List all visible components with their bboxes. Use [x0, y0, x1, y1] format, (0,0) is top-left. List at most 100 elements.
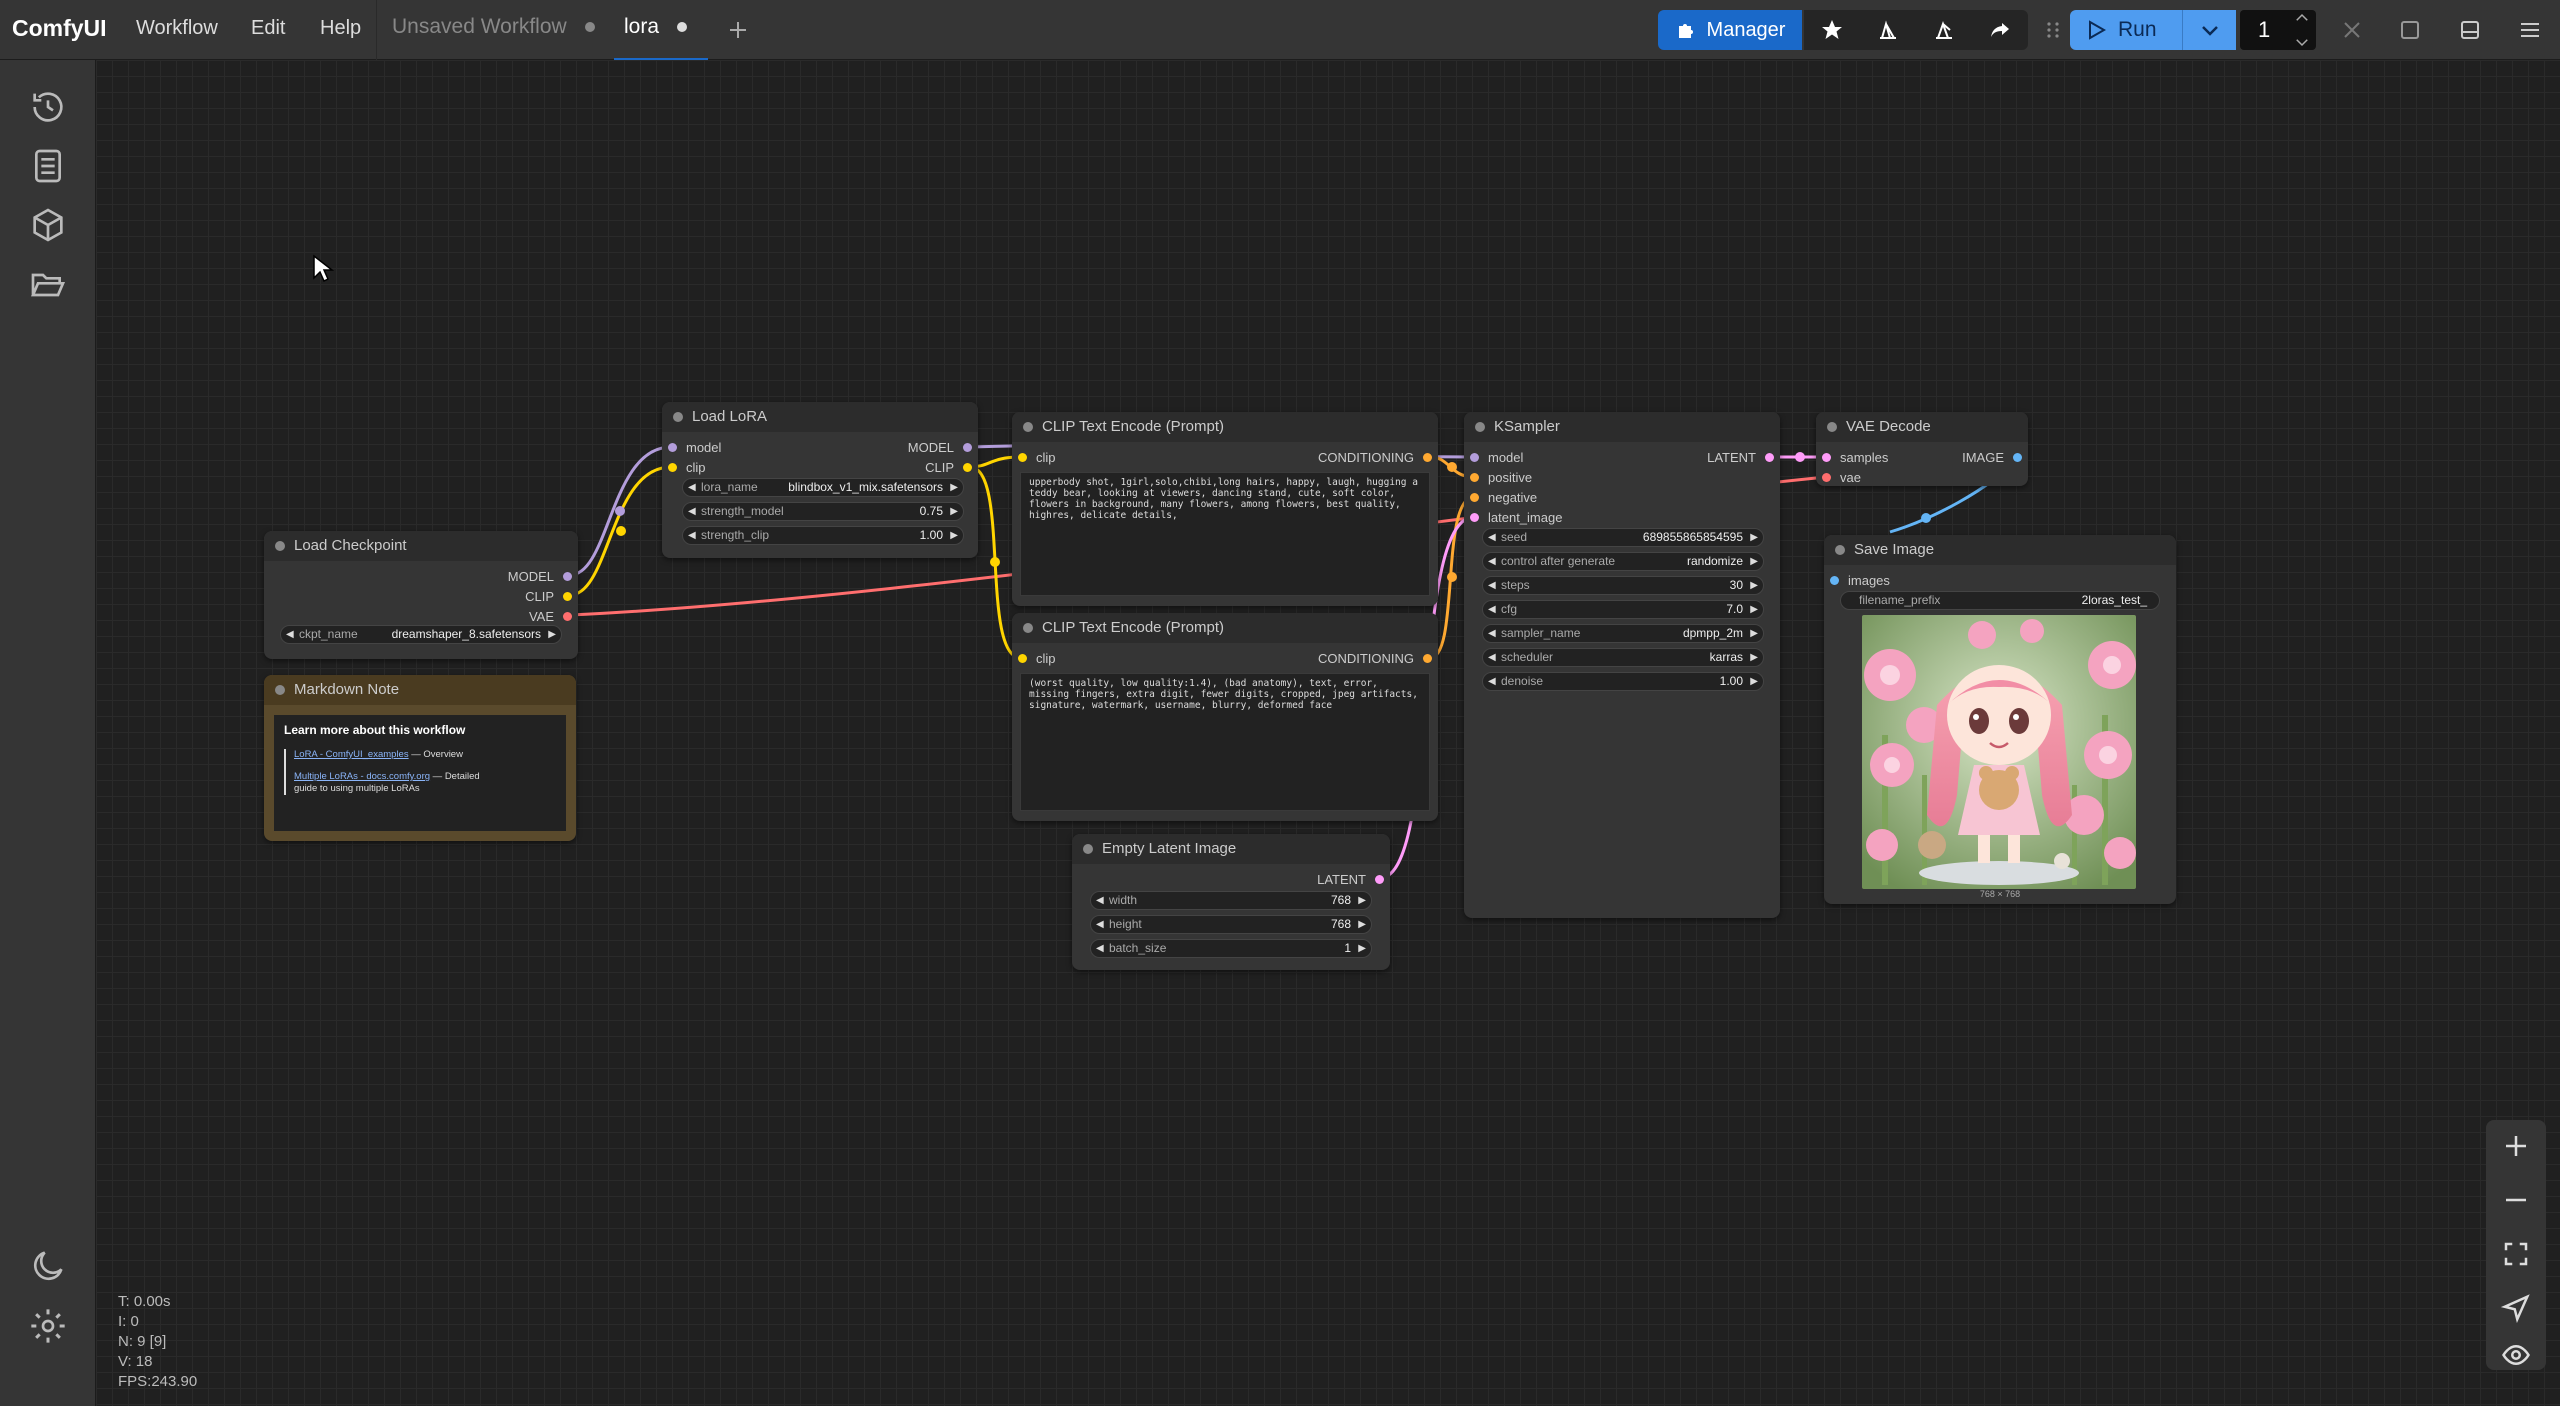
queue-history-button[interactable] — [26, 85, 70, 129]
plus-icon — [730, 22, 746, 38]
node-clip-text-encode-negative[interactable]: CLIP Text Encode (Prompt) clip CONDITION… — [1012, 613, 1438, 821]
widget-width[interactable]: ◀ width 768 ▶ — [1090, 891, 1372, 910]
widget-cfg[interactable]: ◀ cfg 7.0 ▶ — [1482, 600, 1764, 619]
widget-filename-prefix[interactable]: filename_prefix 2loras_test_ — [1840, 591, 2160, 610]
focus-mode-button[interactable] — [2390, 10, 2430, 50]
note-link-examples[interactable]: LoRA - ComfyUI_examples — [294, 749, 409, 760]
node-title[interactable]: KSampler — [1464, 412, 1780, 442]
widget-batch-size[interactable]: ◀ batch_size 1 ▶ — [1090, 939, 1372, 958]
widget-ckpt-name[interactable]: ◀ ckpt_name dreamshaper_8.safetensors ▶ — [280, 625, 562, 644]
main-menu-button[interactable] — [2510, 10, 2550, 50]
widget-scheduler[interactable]: ◀ scheduler karras ▶ — [1482, 648, 1764, 667]
widget-height[interactable]: ◀ height 768 ▶ — [1090, 915, 1372, 934]
input-model[interactable]: model — [1470, 450, 1523, 465]
run-options-dropdown[interactable] — [2182, 10, 2236, 50]
input-vae[interactable]: vae — [1822, 470, 1861, 485]
mouse-cursor-icon — [313, 254, 334, 283]
input-positive[interactable]: positive — [1470, 470, 1532, 485]
node-library-button[interactable] — [1860, 10, 1916, 50]
favorites-button[interactable] — [1804, 10, 1860, 50]
workflows-sidebar-button[interactable] — [26, 263, 70, 307]
input-negative[interactable]: negative — [1470, 490, 1537, 505]
toggle-links-button[interactable] — [2498, 1342, 2534, 1368]
widget-lora-name[interactable]: ◀ lora_name blindbox_v1_mix.safetensors ▶ — [682, 478, 964, 497]
node-title[interactable]: VAE Decode — [1816, 412, 2028, 442]
input-clip[interactable]: clip — [1018, 651, 1056, 666]
fit-view-button[interactable] — [2498, 1236, 2534, 1272]
input-latent-image[interactable]: latent_image — [1470, 510, 1562, 525]
input-samples[interactable]: samples — [1822, 450, 1888, 465]
select-mode-button[interactable] — [2498, 1290, 2534, 1326]
node-title[interactable]: Save Image — [1824, 535, 2176, 565]
tab-unsaved-workflow[interactable]: Unsaved Workflow — [376, 0, 614, 60]
widget-seed[interactable]: ◀ seed 689855865854595 ▶ — [1482, 528, 1764, 547]
prompt-textarea[interactable]: upperbody shot, 1girl,solo,chibi,long ha… — [1020, 472, 1430, 596]
image-size-label: 768 × 768 — [1979, 889, 2021, 899]
node-vae-decode[interactable]: VAE Decode samples vae IMAGE — [1816, 412, 2028, 486]
menu-edit[interactable]: Edit — [251, 17, 285, 40]
output-vae[interactable]: VAE — [529, 609, 572, 624]
input-images[interactable]: images — [1830, 573, 1890, 588]
zoom-out-button[interactable] — [2498, 1182, 2534, 1218]
output-conditioning[interactable]: CONDITIONING — [1318, 450, 1432, 465]
widget-label: width — [1109, 893, 1138, 907]
queue-increment-button[interactable] — [2288, 6, 2316, 30]
theme-toggle-button[interactable] — [26, 1244, 70, 1288]
node-save-image[interactable]: Save Image images filename_prefix 2loras… — [1824, 535, 2176, 904]
drag-dots-icon — [2047, 22, 2059, 38]
slot-label: CLIP — [925, 460, 954, 475]
manager-button[interactable]: Manager — [1658, 10, 1802, 50]
model-library-sidebar-button[interactable] — [26, 203, 70, 247]
slot-label: positive — [1488, 470, 1533, 485]
output-image-preview[interactable] — [1862, 615, 2136, 889]
node-title[interactable]: CLIP Text Encode (Prompt) — [1012, 613, 1438, 643]
drag-handle[interactable] — [2040, 10, 2066, 50]
model-library-button[interactable] — [1916, 10, 1972, 50]
arrow-left-icon[interactable]: ◀ — [286, 626, 294, 643]
output-image[interactable]: IMAGE — [1962, 450, 2022, 465]
node-title[interactable]: Markdown Note — [264, 675, 576, 705]
unsaved-dot-icon — [584, 22, 595, 33]
node-library-sidebar-button[interactable] — [26, 144, 70, 188]
zoom-in-button[interactable] — [2498, 1128, 2534, 1164]
node-title[interactable]: CLIP Text Encode (Prompt) — [1012, 412, 1438, 442]
node-markdown-note[interactable]: Markdown Note Learn more about this work… — [264, 675, 576, 841]
toggle-panel-button[interactable] — [2450, 10, 2490, 50]
node-load-checkpoint[interactable]: Load Checkpoint MODEL CLIP VAE ◀ ckpt_na… — [264, 531, 578, 659]
input-clip[interactable]: clip — [1018, 450, 1056, 465]
cancel-run-button[interactable] — [2332, 10, 2372, 50]
widget-sampler-name[interactable]: ◀ sampler_name dpmpp_2m ▶ — [1482, 624, 1764, 643]
input-model[interactable]: model — [668, 440, 721, 455]
widget-denoise[interactable]: ◀ denoise 1.00 ▶ — [1482, 672, 1764, 691]
menu-workflow[interactable]: Workflow — [136, 17, 218, 40]
node-ksampler[interactable]: KSampler model positive negative latent_… — [1464, 412, 1780, 918]
queue-decrement-button[interactable] — [2288, 30, 2316, 54]
widget-strength-model[interactable]: ◀ strength_model 0.75 ▶ — [682, 502, 964, 521]
node-clip-text-encode-positive[interactable]: CLIP Text Encode (Prompt) clip CONDITION… — [1012, 412, 1438, 606]
settings-button[interactable] — [26, 1304, 70, 1348]
share-button[interactable] — [1972, 10, 2028, 50]
stat-v: V: 18 — [118, 1353, 153, 1370]
widget-steps[interactable]: ◀ steps 30 ▶ — [1482, 576, 1764, 595]
output-clip[interactable]: CLIP — [525, 589, 572, 604]
tab-lora[interactable]: lora — [614, 0, 708, 60]
widget-control-after-generate[interactable]: ◀ control after generate randomize ▶ — [1482, 552, 1764, 571]
output-latent[interactable]: LATENT — [1707, 450, 1774, 465]
node-title[interactable]: Empty Latent Image — [1072, 834, 1390, 864]
arrow-right-icon[interactable]: ▶ — [548, 626, 556, 643]
new-tab-button[interactable] — [718, 10, 758, 50]
widget-strength-clip[interactable]: ◀ strength_clip 1.00 ▶ — [682, 526, 964, 545]
negative-prompt-textarea[interactable]: (worst quality, low quality:1.4), (bad a… — [1020, 673, 1430, 811]
node-load-lora[interactable]: Load LoRA model clip MODEL CLIP ◀ lora_na… — [662, 402, 978, 558]
output-latent[interactable]: LATENT — [1317, 872, 1384, 887]
input-clip[interactable]: clip — [668, 460, 706, 475]
output-clip[interactable]: CLIP — [925, 460, 972, 475]
note-link-docs[interactable]: Multiple LoRAs - docs.comfy.org — [294, 771, 430, 782]
node-title[interactable]: Load Checkpoint — [264, 531, 578, 561]
output-conditioning[interactable]: CONDITIONING — [1318, 651, 1432, 666]
output-model[interactable]: MODEL — [908, 440, 972, 455]
node-empty-latent-image[interactable]: Empty Latent Image LATENT ◀ width 768 ▶ ◀ he… — [1072, 834, 1390, 970]
node-title[interactable]: Load LoRA — [662, 402, 978, 432]
menu-help[interactable]: Help — [320, 17, 361, 40]
output-model[interactable]: MODEL — [508, 569, 572, 584]
